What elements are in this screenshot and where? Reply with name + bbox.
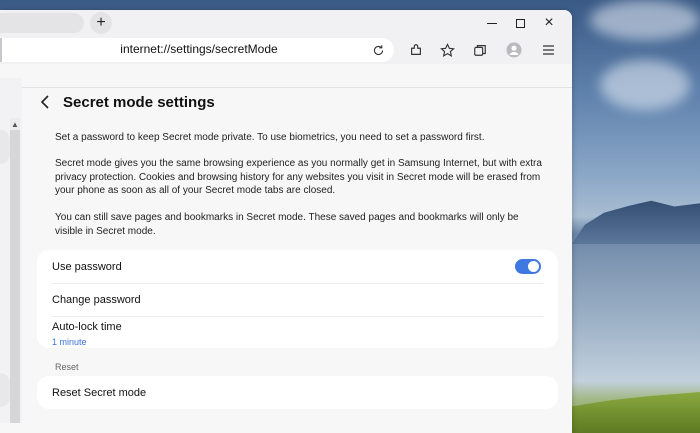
address-bar[interactable]: internet://settings/secretMode: [0, 38, 394, 62]
reset-card: Reset Secret mode: [37, 376, 558, 409]
maximize-button[interactable]: [508, 13, 532, 33]
side-panel-item[interactable]: [0, 373, 10, 407]
divider: [52, 316, 543, 317]
use-password-row[interactable]: Use password: [52, 261, 543, 273]
toggle-knob: [528, 261, 539, 272]
profile-icon: [506, 42, 522, 58]
bookmark-button[interactable]: [437, 40, 457, 60]
new-tab-button[interactable]: +: [90, 12, 112, 34]
description-paragraph: Secret mode gives you the same browsing …: [55, 158, 542, 196]
description-paragraph: Set a password to keep Secret mode priva…: [55, 132, 485, 143]
description-paragraph: You can still save pages and bookmarks i…: [55, 212, 519, 237]
reset-section-label: Reset: [55, 362, 79, 372]
back-arrow-icon: [40, 95, 49, 109]
change-password-label: Change password: [52, 294, 141, 306]
browser-tab[interactable]: [0, 13, 84, 33]
reset-secret-mode-row[interactable]: Reset Secret mode: [52, 387, 543, 399]
wallpaper-grass: [572, 392, 700, 433]
scrollbar[interactable]: [10, 118, 20, 423]
menu-icon: [542, 45, 554, 55]
minimize-button[interactable]: [480, 13, 504, 33]
scroll-up-icon[interactable]: ▲: [10, 118, 20, 130]
title-bar: + ×: [0, 10, 572, 36]
reload-icon: [373, 44, 383, 55]
use-password-toggle[interactable]: [515, 259, 541, 274]
close-button[interactable]: ×: [537, 13, 561, 33]
page-title: Secret mode settings: [63, 94, 215, 111]
address-text[interactable]: internet://settings/secretMode: [2, 42, 396, 56]
divider: [52, 283, 543, 284]
extensions-button[interactable]: [406, 40, 426, 60]
reload-button[interactable]: [369, 41, 387, 59]
browser-toolbar: internet://settings/secretMode: [0, 36, 572, 64]
back-button[interactable]: [38, 90, 52, 114]
menu-button[interactable]: [538, 40, 558, 60]
extensions-icon: [411, 44, 421, 55]
bookmark-star-icon: [439, 42, 455, 57]
auto-lock-value: 1 minute: [52, 337, 87, 347]
maximize-icon: [515, 18, 525, 28]
minimize-icon: [487, 22, 497, 24]
side-panel-item[interactable]: [0, 130, 10, 164]
tabs-button[interactable]: [470, 40, 490, 60]
tabs-icon: [474, 45, 486, 56]
wallpaper-mountains: [572, 200, 700, 244]
reset-secret-mode-label: Reset Secret mode: [52, 387, 147, 399]
page-header-strip: [0, 64, 572, 88]
auto-lock-label: Auto-lock time: [52, 321, 122, 333]
use-password-label: Use password: [52, 261, 122, 273]
change-password-row[interactable]: Change password: [52, 294, 543, 306]
password-settings-card: Use password Change password Auto-lock t…: [37, 250, 558, 348]
auto-lock-row[interactable]: Auto-lock time 1 minute: [52, 321, 543, 347]
profile-button[interactable]: [504, 40, 524, 60]
